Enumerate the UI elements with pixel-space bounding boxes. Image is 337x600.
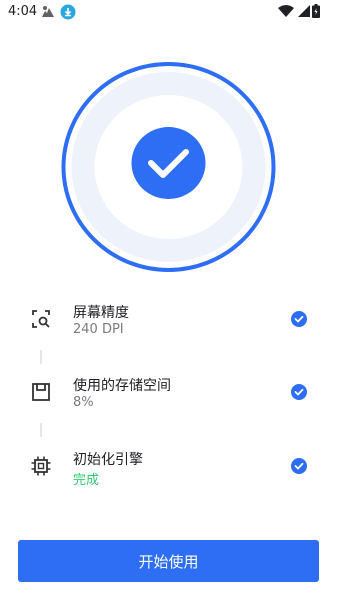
step-title: 使用的存储空间: [73, 378, 171, 394]
success-graphic: [61, 62, 276, 272]
screen-search-icon: [30, 308, 52, 330]
step-subtitle: 8%: [73, 395, 94, 410]
storage-icon: [30, 381, 52, 403]
step-screen-density: 屏幕精度 240 DPI: [0, 290, 337, 350]
download-icon: [60, 4, 76, 24]
step-connector: [40, 423, 42, 437]
step-subtitle: 240 DPI: [73, 322, 124, 337]
wifi-icon: [278, 5, 294, 21]
step-title: 初始化引擎: [73, 452, 143, 468]
check-circle-icon: [291, 311, 307, 327]
checkmark-circle-icon: [61, 62, 276, 272]
check-circle-icon: [291, 384, 307, 400]
battery-icon: [312, 4, 320, 22]
step-storage-used: 使用的存储空间 8%: [0, 363, 337, 423]
signal-icon: [298, 5, 310, 21]
notification-icon: [40, 5, 56, 23]
start-using-button[interactable]: 开始使用: [18, 540, 319, 582]
check-circle-icon: [291, 458, 307, 474]
step-subtitle: 完成: [73, 473, 100, 488]
status-time: 4:04: [8, 4, 38, 19]
step-connector: [40, 350, 42, 364]
step-title: 屏幕精度: [73, 305, 129, 321]
chip-icon: [30, 455, 52, 477]
status-bar: 4:04: [0, 0, 337, 24]
step-init-engine: 初始化引擎 完成: [0, 437, 337, 497]
